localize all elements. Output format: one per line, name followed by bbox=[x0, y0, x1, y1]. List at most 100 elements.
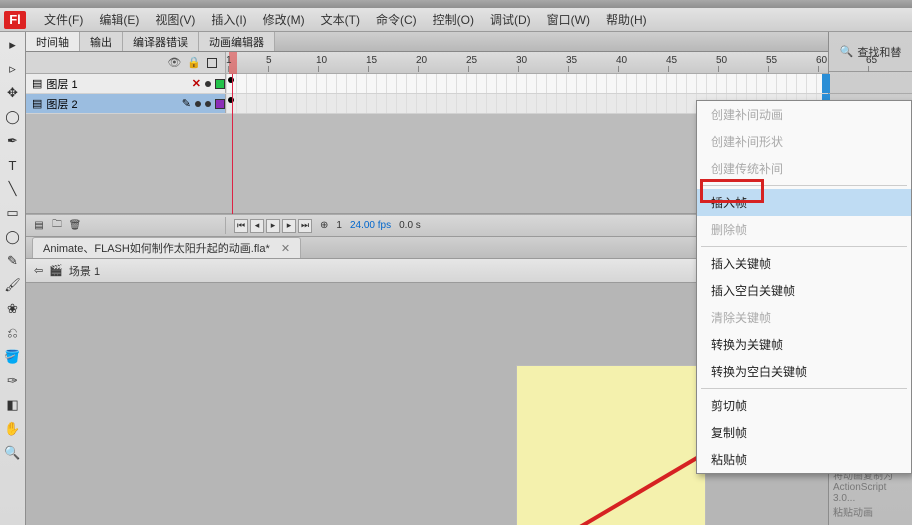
layer-color-swatch[interactable] bbox=[215, 99, 225, 109]
menu-modify[interactable]: 修改(M) bbox=[255, 11, 313, 28]
tool-text[interactable]: T bbox=[4, 156, 22, 174]
ruler-tick: 30 bbox=[516, 55, 527, 66]
delete-layer-button[interactable]: 🗑 bbox=[68, 220, 82, 231]
context-item[interactable]: 插入空白关键帧 bbox=[697, 277, 911, 304]
layer-name: 图层 1 bbox=[46, 76, 77, 92]
tool-deco[interactable]: ❀ bbox=[4, 300, 22, 318]
context-item[interactable]: 剪切帧 bbox=[697, 392, 911, 419]
tool-subselect[interactable]: ▹ bbox=[4, 60, 22, 78]
menu-debug[interactable]: 调试(D) bbox=[482, 11, 539, 28]
current-frame: 1 bbox=[336, 220, 342, 231]
layer-icon: ▤ bbox=[32, 77, 42, 90]
context-item: 创建传统补间 bbox=[697, 155, 911, 182]
new-folder-button[interactable]: 🗀 bbox=[50, 217, 64, 234]
app-logo: Fl bbox=[4, 11, 26, 29]
frame-60-marker[interactable] bbox=[822, 74, 830, 93]
tool-ink[interactable]: ✑ bbox=[4, 372, 22, 390]
context-menu: 创建补间动画创建补间形状创建传统补间插入帧删除帧插入关键帧插入空白关键帧清除关键… bbox=[696, 100, 912, 474]
scene-icon: 🎬 bbox=[49, 264, 63, 277]
tool-pen[interactable]: ✒ bbox=[4, 132, 22, 150]
play-button[interactable]: ▸ bbox=[266, 219, 280, 233]
tool-lasso[interactable]: ◯ bbox=[4, 108, 22, 126]
context-item[interactable]: 插入关键帧 bbox=[697, 250, 911, 277]
first-frame-button[interactable]: ⏮ bbox=[234, 219, 248, 233]
close-tab-button[interactable]: ✕ bbox=[281, 243, 290, 255]
ruler-tick: 5 bbox=[266, 55, 272, 66]
outline-icon[interactable] bbox=[207, 58, 217, 68]
paste-motion-label: 粘贴动画 bbox=[833, 504, 908, 519]
context-item: 删除帧 bbox=[697, 216, 911, 243]
tool-rect[interactable]: ▭ bbox=[4, 204, 22, 222]
keyframe-icon[interactable] bbox=[228, 77, 234, 83]
layer-visible-off-icon[interactable]: ✕ bbox=[192, 77, 201, 90]
ruler-tick: 20 bbox=[416, 55, 427, 66]
menu-insert[interactable]: 插入(I) bbox=[203, 11, 254, 28]
ruler-tick: 15 bbox=[366, 55, 377, 66]
context-item: 创建补间形状 bbox=[697, 128, 911, 155]
tool-line[interactable]: ╲ bbox=[4, 180, 22, 198]
document-title: Animate、FLASH如何制作太阳升起的动画.fla* bbox=[43, 243, 270, 255]
scene-name[interactable]: 场景 1 bbox=[69, 263, 100, 279]
tool-oval[interactable]: ◯ bbox=[4, 228, 22, 246]
ruler-tick: 55 bbox=[766, 55, 777, 66]
fps-display: 24.00 fps bbox=[350, 220, 391, 231]
context-item[interactable]: 插入帧 bbox=[697, 189, 911, 216]
menu-command[interactable]: 命令(C) bbox=[368, 11, 425, 28]
menu-text[interactable]: 文本(T) bbox=[313, 11, 368, 28]
lock-icon[interactable]: 🔒 bbox=[187, 56, 201, 69]
prev-frame-button[interactable]: ◂ bbox=[250, 219, 264, 233]
menu-control[interactable]: 控制(O) bbox=[425, 11, 482, 28]
tool-free-transform[interactable]: ✥ bbox=[4, 84, 22, 102]
context-item[interactable]: 转换为关键帧 bbox=[697, 331, 911, 358]
menu-help[interactable]: 帮助(H) bbox=[598, 11, 655, 28]
keyframe-icon[interactable] bbox=[228, 97, 234, 103]
tool-paint-bucket[interactable]: 🪣 bbox=[4, 348, 22, 366]
tool-brush[interactable]: 🖌 bbox=[4, 276, 22, 294]
layer-visible-dot[interactable] bbox=[195, 101, 201, 107]
ruler-tick: 65 bbox=[866, 55, 877, 66]
timeline-ruler[interactable]: 1510152025303540455055606570758085 bbox=[226, 52, 828, 73]
layer-color-swatch[interactable] bbox=[215, 79, 225, 89]
menu-bar: Fl 文件(F) 编辑(E) 视图(V) 插入(I) 修改(M) 文本(T) 命… bbox=[0, 8, 912, 32]
shape-rect[interactable] bbox=[516, 365, 706, 525]
elapsed-time: 0.0 s bbox=[399, 220, 421, 231]
layer-name: 图层 2 bbox=[46, 96, 77, 112]
menu-edit[interactable]: 编辑(E) bbox=[91, 11, 147, 28]
next-frame-button[interactable]: ▸ bbox=[282, 219, 296, 233]
context-item[interactable]: 转换为空白关键帧 bbox=[697, 358, 911, 385]
ruler-tick: 1 bbox=[226, 55, 232, 66]
menu-view[interactable]: 视图(V) bbox=[147, 11, 203, 28]
onion-skin-button[interactable]: ⊕ bbox=[320, 220, 328, 231]
tools-panel: ▸ ▹ ✥ ◯ ✒ T ╲ ▭ ◯ ✎ 🖌 ❀ ⎌ 🪣 ✑ ◧ ✋ 🔍 bbox=[0, 32, 26, 525]
ruler-tick: 10 bbox=[316, 55, 327, 66]
tab-compiler-errors[interactable]: 编译器错误 bbox=[123, 32, 199, 51]
document-tab[interactable]: Animate、FLASH如何制作太阳升起的动画.fla* ✕ bbox=[32, 237, 301, 258]
layer-lock-dot[interactable] bbox=[205, 101, 211, 107]
back-icon[interactable]: ⇦ bbox=[34, 264, 43, 277]
ruler-tick: 40 bbox=[616, 55, 627, 66]
menu-window[interactable]: 窗口(W) bbox=[539, 11, 598, 28]
layer-lock-dot[interactable] bbox=[205, 81, 211, 87]
menu-file[interactable]: 文件(F) bbox=[36, 11, 91, 28]
find-replace-button[interactable]: 🔍 查找和替 bbox=[829, 32, 912, 72]
tab-output[interactable]: 输出 bbox=[80, 32, 123, 51]
tool-eraser[interactable]: ◧ bbox=[4, 396, 22, 414]
ruler-tick: 60 bbox=[816, 55, 827, 66]
tool-zoom[interactable]: 🔍 bbox=[4, 444, 22, 462]
context-item[interactable]: 复制帧 bbox=[697, 419, 911, 446]
last-frame-button[interactable]: ⏭ bbox=[298, 219, 312, 233]
visibility-icon[interactable]: 👁 bbox=[167, 56, 181, 69]
tool-bone[interactable]: ⎌ bbox=[4, 324, 22, 342]
ruler-tick: 45 bbox=[666, 55, 677, 66]
tool-pencil[interactable]: ✎ bbox=[4, 252, 22, 270]
layer-row[interactable]: ▤ 图层 1 ✕ bbox=[26, 74, 828, 94]
tab-motion-editor[interactable]: 动画编辑器 bbox=[199, 32, 275, 51]
context-item[interactable]: 粘贴帧 bbox=[697, 446, 911, 473]
panel-tabs: 时间轴 输出 编译器错误 动画编辑器 bbox=[26, 32, 828, 52]
context-item: 创建补间动画 bbox=[697, 101, 911, 128]
tool-hand[interactable]: ✋ bbox=[4, 420, 22, 438]
tool-selection[interactable]: ▸ bbox=[4, 36, 22, 54]
ruler-tick: 35 bbox=[566, 55, 577, 66]
new-layer-button[interactable]: ▤ bbox=[32, 220, 46, 231]
tab-timeline[interactable]: 时间轴 bbox=[26, 32, 80, 51]
